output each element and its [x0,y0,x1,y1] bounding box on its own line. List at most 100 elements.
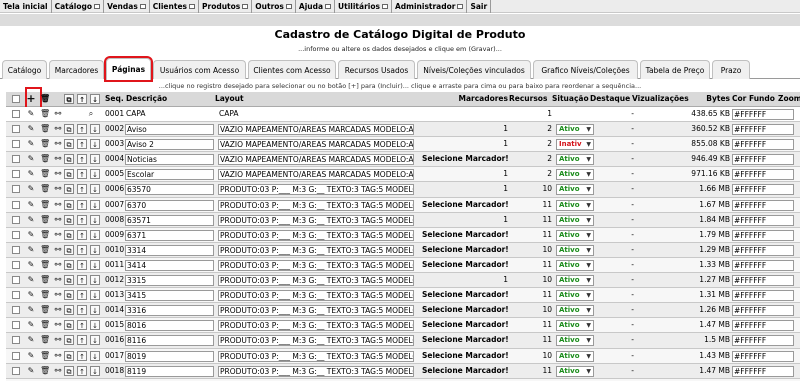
table-row[interactable]: ✎ 🗑 ⚯ ⧉ ↑ ↓ 0004 Noticias VAZIO MAPEAMENTO/AREAS… [6,152,800,168]
row-situacao-select[interactable]: Ativo ▼ [556,259,594,271]
link-icon[interactable]: ⚯ [53,260,63,270]
copy-icon[interactable]: ⧉ [64,320,74,331]
row-checkbox[interactable] [12,125,20,134]
arrow-up-icon[interactable]: ↑ [77,290,87,301]
row-layout-select[interactable]: PRODUTO:03 P:___ M:3 G:__ TEXTO:3 TAG:5 … [218,320,414,332]
arrow-up-icon[interactable]: ↑ [77,199,87,210]
trash-icon[interactable]: 🗑 [40,275,50,285]
tab-4[interactable]: Clientes com Acesso [248,60,336,79]
arrow-down-icon[interactable]: ↓ [90,365,100,376]
col-cor-fundo[interactable]: Cor Fundo [732,92,775,106]
col-marcadores[interactable]: Marcadores [422,92,508,106]
tab-0[interactable]: Catálogo [2,60,47,79]
row-situacao-select[interactable]: Ativo ▼ [556,154,594,166]
row-cor-fundo-input[interactable]: #FFFFFF [732,169,794,181]
arrow-up-icon[interactable]: ↑ [77,275,87,286]
tab-8[interactable]: Tabela de Preço [640,60,710,79]
link-icon[interactable]: ⚯ [53,245,63,255]
tab-2[interactable]: Páginas [104,56,153,82]
col-situacao[interactable]: Situação [552,92,589,106]
link-icon[interactable]: ⚯ [53,305,63,315]
edit-icon[interactable]: ✎ [26,245,36,255]
edit-icon[interactable]: ✎ [26,230,36,240]
row-cor-fundo-input[interactable]: #FFFFFF [732,154,794,166]
trash-icon[interactable]: 🗑 [40,200,50,210]
edit-icon[interactable]: ✎ [26,200,36,210]
copy-icon[interactable]: ⧉ [64,214,74,225]
row-cor-fundo-input[interactable]: #FFFFFF [732,259,794,271]
arrow-up-icon[interactable]: ↑ [77,214,87,225]
row-cor-fundo-input[interactable]: #FFFFFF [732,214,794,226]
row-cor-fundo-input[interactable]: #FFFFFF [732,109,794,120]
trash-icon[interactable]: 🗑 [40,215,50,225]
col-seq[interactable]: Seq. [105,92,124,106]
menu-item-6[interactable]: Ajuda [296,0,336,13]
row-layout-select[interactable]: PRODUTO:03 P:___ M:3 G:__ TEXTO:3 TAG:5 … [218,244,414,256]
arrow-up-icon[interactable]: ↑ [77,350,87,361]
edit-icon[interactable]: ✎ [26,215,36,225]
arrow-down-icon[interactable]: ↓ [90,335,100,346]
table-row[interactable]: ✎ 🗑 ⚯ ⧉ ↑ ↓ 0012 3315 PRODUTO:03 P:___ M:3 G:__ … [6,273,800,289]
table-row[interactable]: ✎ 🗑 ⚯ ⧉ ↑ ↓ 0005 Escolar VAZIO MAPEAMENTO/AREAS … [6,167,800,183]
select-all-checkbox[interactable] [12,95,20,103]
table-row[interactable]: ✎ 🗑 ⚯ ⧉ ↑ ↓ 0014 3316 PRODUTO:03 P:___ M:3 G:__ … [6,303,800,319]
table-row[interactable]: ✎ 🗑 ⚯ ⧉ ↑ ↓ 0008 63571 PRODUTO:03 P:___ M:3 G:__… [6,212,800,228]
copy-icon[interactable]: ⧉ [64,154,74,165]
link-icon[interactable]: ⚯ [53,290,63,300]
trash-icon[interactable]: 🗑 [40,184,50,194]
arrow-up-icon[interactable]: ↑ [77,335,87,346]
row-descricao-input[interactable]: 3415 [125,290,214,302]
row-cor-fundo-input[interactable]: #FFFFFF [732,275,794,287]
row-cor-fundo-input[interactable]: #FFFFFF [732,124,794,136]
table-row[interactable]: ✎ 🗑 ⚯ ⧉ ↑ ↓ 0011 3414 PRODUTO:03 P:___ M:3 G:__ … [6,257,800,274]
arrow-up-icon[interactable]: ↑ [77,139,87,150]
table-row[interactable]: ✎ 🗑 ⚯ ⧉ ↑ ↓ 0018 8119 PRODUTO:03 P:___ M:3 G:__ … [6,363,800,379]
edit-icon[interactable]: ✎ [26,154,36,164]
table-row[interactable]: ✎ 🗑 ⚯ ⧉ ↑ ↓ 0017 8019 PRODUTO:03 P:___ M:3 G:__ … [6,348,800,364]
tab-1[interactable]: Marcadores [49,60,104,79]
trash-icon[interactable]: 🗑 [40,290,50,300]
row-situacao-select[interactable]: Ativo ▼ [556,320,594,332]
row-situacao-select[interactable]: Ativo ▼ [556,184,594,196]
trash-icon[interactable]: 🗑 [40,320,50,330]
arrow-down-icon[interactable]: ↓ [90,94,100,104]
link-icon[interactable]: ⚯ [53,169,63,179]
table-row[interactable]: ✎ 🗑 ⚯ ⧉ ↑ ↓ 0013 3415 PRODUTO:03 P:___ M:3 G:__ … [6,288,800,304]
arrow-down-icon[interactable]: ↓ [90,184,100,195]
row-checkbox[interactable] [12,276,20,285]
row-checkbox[interactable] [12,291,20,300]
edit-icon[interactable]: ✎ [26,305,36,315]
copy-icon[interactable]: ⧉ [64,139,74,150]
row-situacao-select[interactable]: Ativo ▼ [556,350,594,362]
row-descricao-input[interactable]: 8016 [125,320,214,332]
edit-icon[interactable]: ✎ [26,290,36,300]
link-icon[interactable]: ⚯ [53,335,63,345]
row-cor-fundo-input[interactable]: #FFFFFF [732,350,794,362]
row-cor-fundo-input[interactable]: #FFFFFF [732,305,794,317]
row-cor-fundo-input[interactable]: #FFFFFF [732,139,794,151]
row-layout-select[interactable]: VAZIO MAPEAMENTO/AREAS MARCADAS MODELO:A [218,124,414,136]
row-cor-fundo-input[interactable]: #FFFFFF [732,199,794,211]
row-cor-fundo-input[interactable]: #FFFFFF [732,184,794,196]
row-descricao-input[interactable]: 63571 [125,214,214,226]
link-icon[interactable]: ⚯ [53,215,63,225]
row-checkbox[interactable] [12,260,20,269]
arrow-up-icon[interactable]: ↑ [77,365,87,376]
menu-item-2[interactable]: Vendas [104,0,150,13]
row-checkbox[interactable] [12,366,20,375]
row-layout-select[interactable]: PRODUTO:03 P:___ M:3 G:__ TEXTO:3 TAG:5 … [218,229,414,241]
row-situacao-select[interactable]: Ativo ▼ [556,124,594,136]
row-layout-select[interactable]: VAZIO MAPEAMENTO/AREAS MARCADAS MODELO:A [218,169,414,181]
col-layout[interactable]: Layout [215,92,244,106]
edit-icon[interactable]: ✎ [26,169,36,179]
arrow-up-icon[interactable]: ↑ [77,184,87,195]
row-layout-select[interactable]: PRODUTO:03 P:___ M:3 G:__ TEXTO:3 TAG:5 … [218,199,414,211]
edit-icon[interactable]: ✎ [26,275,36,285]
edit-icon[interactable]: ✎ [26,139,36,149]
row-layout-select[interactable]: VAZIO MAPEAMENTO/AREAS MARCADAS MODELO:A [218,139,414,151]
tab-3[interactable]: Usuários com Acesso [153,60,246,79]
menu-item-5[interactable]: Outros [252,0,296,13]
row-layout-select[interactable]: PRODUTO:03 P:___ M:3 G:__ TEXTO:3 TAG:5 … [218,290,414,302]
trash-icon[interactable]: 🗑 [40,335,50,345]
trash-icon[interactable]: 🗑 [40,230,50,240]
